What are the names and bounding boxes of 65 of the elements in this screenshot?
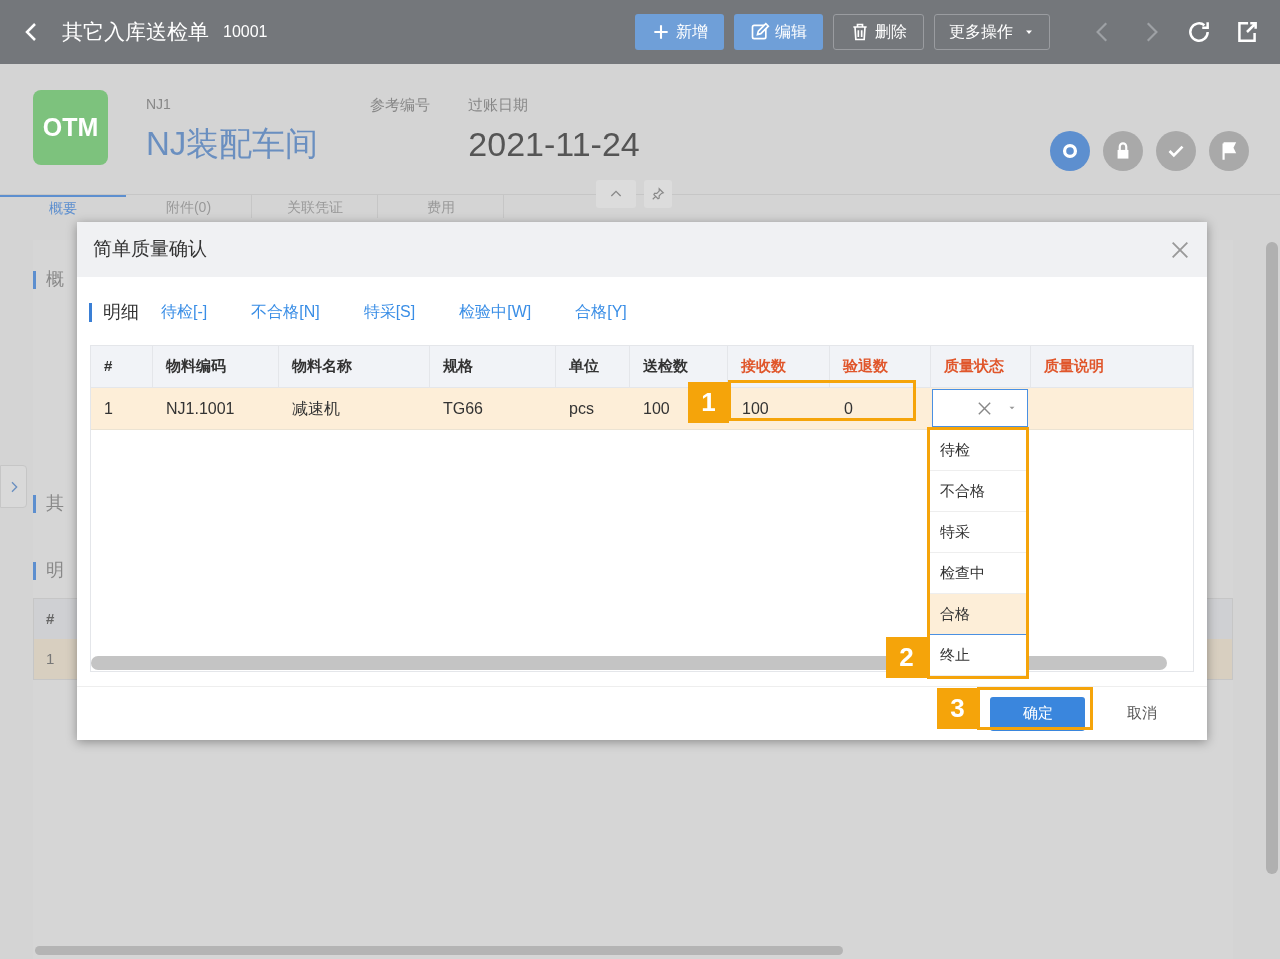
tab[interactable]: 关联凭证 bbox=[252, 195, 378, 218]
step-number: 3 bbox=[937, 688, 978, 729]
filter-link[interactable]: 不合格[N] bbox=[251, 300, 320, 324]
field-label: 过账日期 bbox=[468, 95, 530, 115]
approve-step-icon[interactable] bbox=[1156, 131, 1196, 171]
page-title: 其它入库送检单 bbox=[62, 19, 209, 46]
plus-icon bbox=[651, 22, 671, 42]
flag-step-icon[interactable] bbox=[1209, 131, 1249, 171]
column-header: # bbox=[91, 346, 153, 387]
tab[interactable]: 概要 bbox=[0, 195, 126, 218]
column-header: 质量说明 bbox=[1031, 346, 1193, 387]
trash-button[interactable]: 删除 bbox=[833, 14, 924, 50]
document-number: 10001 bbox=[223, 22, 268, 42]
pin-button[interactable] bbox=[644, 180, 672, 208]
record-name: NJ装配车间 bbox=[146, 124, 319, 164]
trash-icon bbox=[850, 22, 870, 42]
expand-sidebar-button[interactable] bbox=[0, 465, 27, 508]
logo: OTM bbox=[33, 90, 108, 165]
filter-link[interactable]: 检验中[W] bbox=[459, 300, 532, 324]
edit-icon bbox=[750, 22, 770, 42]
table-cell-text: pcs bbox=[569, 398, 594, 419]
section-title: 明 bbox=[46, 559, 64, 582]
edit-button[interactable]: 编辑 bbox=[734, 14, 823, 50]
column-header: # bbox=[46, 608, 55, 629]
clear-icon bbox=[976, 399, 993, 417]
posting-date: 2021-11-24 bbox=[468, 123, 640, 165]
confirm-button[interactable]: 确定 bbox=[990, 696, 1085, 731]
filter-link[interactable]: 待检[-] bbox=[161, 300, 208, 324]
step-number: 1 bbox=[688, 382, 729, 423]
record-code: NJ1 bbox=[146, 95, 172, 114]
more-actions-dropdown[interactable]: 更多操作 bbox=[934, 14, 1050, 50]
scrollbar[interactable] bbox=[35, 946, 843, 955]
ring-step-icon[interactable] bbox=[1050, 131, 1090, 171]
filter-link[interactable]: 特采[S] bbox=[363, 300, 416, 324]
table-cell-text: 1 bbox=[104, 398, 113, 419]
scrollbar[interactable] bbox=[1266, 242, 1278, 874]
refresh-icon bbox=[1186, 19, 1212, 45]
field-label: 参考编号 bbox=[370, 95, 431, 115]
section-title: 其 bbox=[46, 492, 64, 515]
table-cell-text: 100 bbox=[742, 398, 769, 419]
column-header: 质量状态 bbox=[931, 346, 1032, 387]
column-header: 物料编码 bbox=[152, 346, 279, 387]
lock-step-icon[interactable] bbox=[1103, 131, 1143, 171]
column-header: 单位 bbox=[555, 346, 630, 387]
table-cell-text: 100 bbox=[643, 398, 670, 419]
tab[interactable]: 费用 bbox=[378, 195, 504, 218]
pin-icon bbox=[651, 187, 665, 201]
dialog-title: 简单质量确认 bbox=[93, 237, 207, 262]
table-cell-text: 1 bbox=[46, 648, 55, 669]
column-header: 物料名称 bbox=[278, 346, 430, 387]
column-header: 规格 bbox=[429, 346, 556, 387]
cancel-button[interactable]: 取消 bbox=[1127, 702, 1157, 725]
step-number: 2 bbox=[886, 637, 927, 678]
table-cell-text: 0 bbox=[844, 398, 853, 419]
filter-link[interactable]: 合格[Y] bbox=[575, 300, 627, 324]
dropdown-option[interactable]: 合格 bbox=[930, 594, 1026, 635]
table-cell-text: NJ1.1001 bbox=[166, 398, 235, 419]
tab[interactable]: 附件(0) bbox=[126, 195, 252, 218]
section-title: 明细 bbox=[103, 300, 139, 324]
refresh-button[interactable] bbox=[1186, 19, 1212, 45]
table-cell-text: TG66 bbox=[443, 398, 483, 419]
section-title: 概 bbox=[46, 268, 64, 291]
table-cell-text: 减速机 bbox=[292, 398, 340, 419]
plus-button[interactable]: 新增 bbox=[635, 14, 724, 50]
quality-status-select[interactable] bbox=[932, 389, 1028, 427]
